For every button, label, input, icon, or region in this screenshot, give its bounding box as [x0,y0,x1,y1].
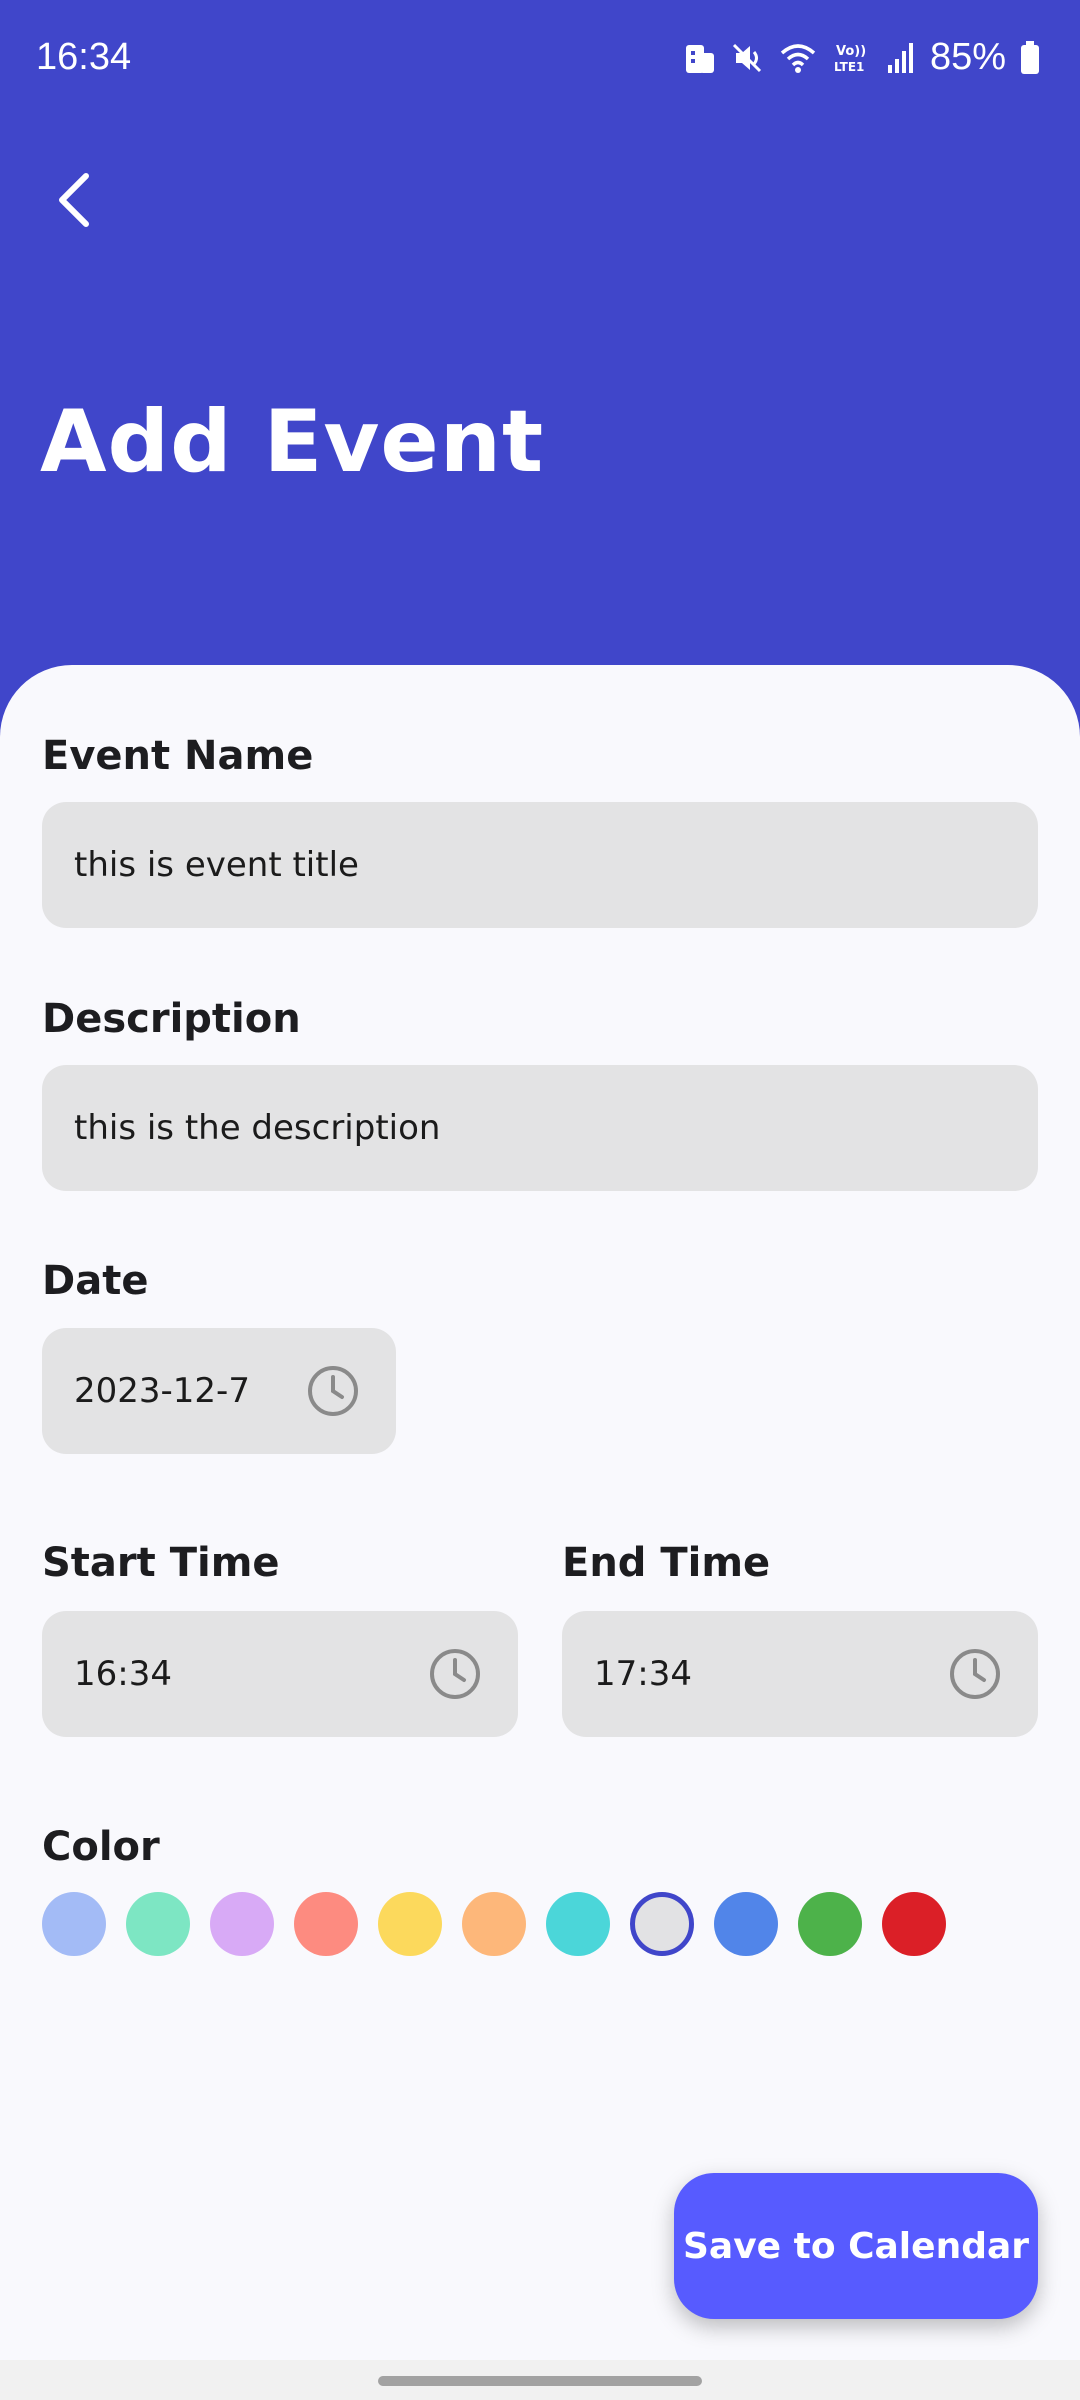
clock-icon [430,1649,480,1699]
color-swatch[interactable] [294,1892,358,1956]
description-input[interactable]: this is the description [42,1065,1038,1191]
signal-icon [887,42,913,73]
color-swatch[interactable] [882,1892,946,1956]
start-time-value: 16:34 [74,1654,172,1694]
end-time-label: End Time [562,1540,771,1586]
back-button[interactable] [42,160,106,240]
date-picker[interactable]: 2023-12-7 [42,1328,396,1454]
color-swatch[interactable] [210,1892,274,1956]
color-swatch[interactable] [714,1892,778,1956]
volte-icon: Vo)) LTE1 [834,44,866,74]
battery-level: 85% [929,36,1006,78]
clock-icon [950,1649,1000,1699]
color-picker [42,1892,946,1956]
description-label: Description [42,996,301,1042]
color-swatch[interactable] [630,1892,694,1956]
svg-text:Vo)): Vo)) [836,44,866,59]
start-time-picker[interactable]: 16:34 [42,1611,518,1737]
chevron-left-icon [59,173,89,227]
date-label: Date [42,1258,149,1304]
save-to-calendar-button[interactable]: Save to Calendar [674,2173,1038,2319]
date-value: 2023-12-7 [74,1371,250,1411]
color-swatch[interactable] [798,1892,862,1956]
event-name-input[interactable]: this is event title [42,802,1038,928]
header: 16:34 Vo)) LTE1 85% Add Event [0,0,1080,740]
svg-text:LTE1: LTE1 [834,60,864,74]
color-swatch[interactable] [42,1892,106,1956]
color-swatch[interactable] [378,1892,442,1956]
page-title: Add Event [40,392,545,492]
clock-icon [308,1366,358,1416]
mute-icon [732,43,761,72]
event-name-label: Event Name [42,733,314,779]
end-time-value: 17:34 [594,1654,692,1694]
color-swatch[interactable] [546,1892,610,1956]
event-name-value: this is event title [74,845,359,885]
description-value: this is the description [74,1108,441,1148]
status-icons: Vo)) LTE1 85% [684,36,1040,79]
status-bar: 16:34 Vo)) LTE1 85% [0,0,1080,120]
status-time: 16:34 [36,36,132,78]
battery-icon [1021,40,1039,74]
start-time-label: Start Time [42,1540,280,1586]
wifi-icon [780,43,816,73]
end-time-picker[interactable]: 17:34 [562,1611,1038,1737]
color-label: Color [42,1824,160,1870]
color-swatch[interactable] [462,1892,526,1956]
app-notification-icon [685,44,714,73]
home-indicator[interactable] [378,2376,702,2386]
color-swatch[interactable] [126,1892,190,1956]
